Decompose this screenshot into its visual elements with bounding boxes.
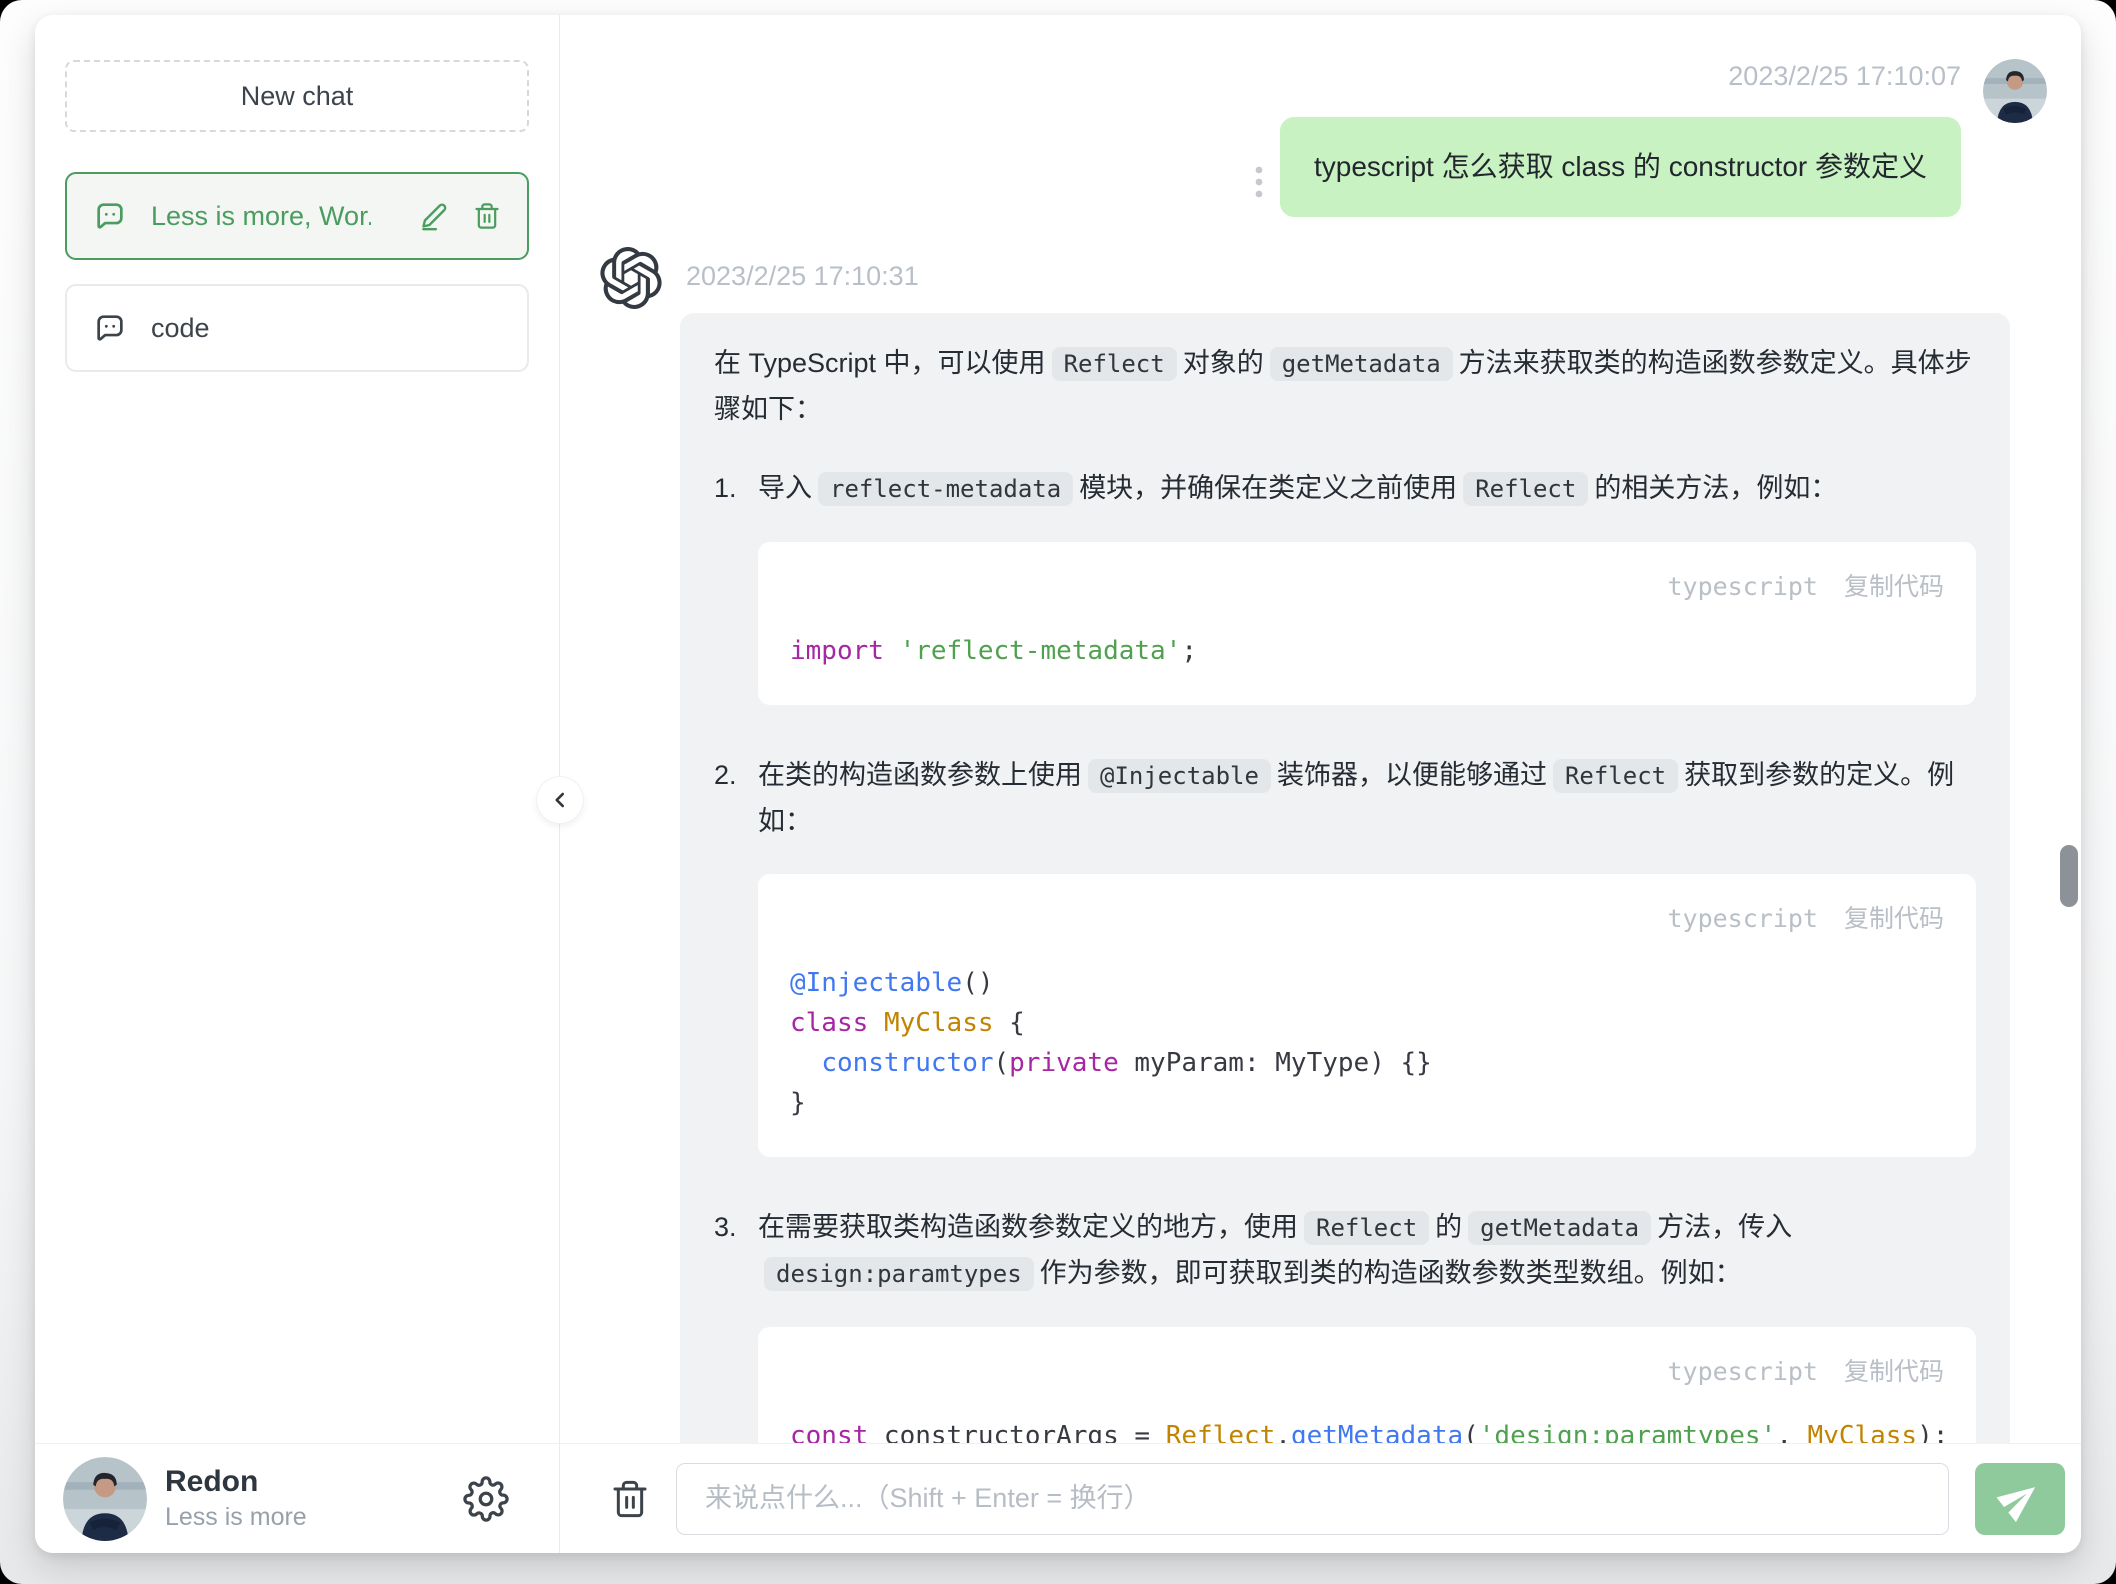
text-run: 模块，并确保在类定义之前使用: [1079, 473, 1457, 503]
copy-code-button[interactable]: 复制代码: [1844, 896, 1944, 941]
conversation-title: Less is more, Wor...: [151, 201, 371, 232]
user-avatar: [1983, 59, 2047, 123]
code-content: const constructorArgs = Reflect.getMetad…: [790, 1416, 1944, 1443]
delete-conversation-icon[interactable]: [473, 202, 501, 230]
text-run: 方法，传入: [1657, 1212, 1792, 1242]
user-message-bubble: typescript 怎么获取 class 的 constructor 参数定义: [1280, 117, 1961, 217]
inline-code: Reflect: [1463, 472, 1588, 506]
text-run: 在 TypeScript 中，可以使用: [714, 348, 1046, 378]
inline-code: reflect-metadata: [818, 472, 1073, 506]
sidebar: New chat Less is more, Wor...: [35, 15, 560, 1553]
scrollbar-thumb[interactable]: [2060, 845, 2078, 907]
clear-conversation-icon[interactable]: [610, 1479, 650, 1519]
code-block: typescript 复制代码 import 'reflect-metadata';: [758, 542, 1976, 705]
code-block: typescript 复制代码 @Injectable()class MyClass…: [758, 874, 1976, 1157]
user-name: Redon: [165, 1465, 307, 1499]
text-run: 的相关方法，例如：: [1594, 473, 1837, 503]
copy-code-button[interactable]: 复制代码: [1844, 564, 1944, 609]
paper-plane-icon: [1991, 1469, 2050, 1528]
user-message: 2023/2/25 17:10:07 typescript 怎么获取 class…: [600, 59, 2047, 217]
user-subtitle: Less is more: [165, 1503, 307, 1532]
sidebar-conversation-list: New chat Less is more, Wor...: [35, 15, 559, 396]
inline-code: @Injectable: [1088, 759, 1271, 793]
code-content: @Injectable()class MyClass { constructor…: [790, 963, 1944, 1123]
send-button[interactable]: [1975, 1463, 2065, 1535]
sidebar-item-conversation-active[interactable]: Less is more, Wor...: [65, 172, 529, 260]
openai-logo-icon: [600, 247, 662, 309]
edit-icon[interactable]: [419, 201, 449, 231]
inline-code: Reflect: [1304, 1211, 1429, 1245]
assistant-list-item: 3.在需要获取类构造函数参数定义的地方，使用Reflect的getMetadat…: [714, 1205, 1976, 1443]
composer-bar: [560, 1443, 2081, 1553]
app-window: New chat Less is more, Wor...: [0, 0, 2116, 1584]
user-meta: Redon Less is more: [165, 1465, 307, 1532]
message-input[interactable]: [676, 1463, 1949, 1535]
assistant-message-bubble: 在 TypeScript 中，可以使用Reflect对象的getMetadata…: [680, 313, 2010, 1443]
code-content: import 'reflect-metadata';: [790, 631, 1944, 671]
text-run: 装饰器，以便能够通过: [1277, 760, 1547, 790]
text-run: 在类的构造函数参数上使用: [758, 760, 1082, 790]
list-marker: 2.: [714, 753, 758, 1171]
message-timestamp: 2023/2/25 17:10:31: [686, 259, 2047, 293]
message-options-icon[interactable]: [1254, 165, 1264, 199]
sidebar-collapse-button[interactable]: [537, 777, 583, 823]
inline-code: Reflect: [1052, 347, 1177, 381]
assistant-paragraph: 在 TypeScript 中，可以使用Reflect对象的getMetadata…: [714, 341, 1976, 432]
sidebar-user-footer: Redon Less is more: [35, 1443, 559, 1553]
chat-bubble-icon: [93, 199, 127, 233]
assistant-list-item: 2.在类的构造函数参数上使用@Injectable装饰器，以便能够通过Refle…: [714, 753, 1976, 1171]
list-marker: 3.: [714, 1205, 758, 1443]
message-timestamp: 2023/2/25 17:10:07: [1728, 59, 1961, 93]
chat-main: 2023/2/25 17:10:07 typescript 怎么获取 class…: [560, 15, 2081, 1553]
assistant-list-item: 1.导入reflect-metadata模块，并确保在类定义之前使用Reflec…: [714, 466, 1976, 719]
code-language-label: typescript: [1667, 1349, 1818, 1394]
inline-code: getMetadata: [1468, 1211, 1651, 1245]
text-run: 的: [1435, 1212, 1462, 1242]
inline-code: design:paramtypes: [764, 1257, 1034, 1291]
new-chat-label: New chat: [241, 81, 354, 112]
settings-gear-icon[interactable]: [463, 1476, 509, 1522]
inline-code: getMetadata: [1270, 347, 1453, 381]
assistant-message: 2023/2/25 17:10:31 在 TypeScript 中，可以使用Re…: [600, 247, 2047, 1443]
message-list: 2023/2/25 17:10:07 typescript 怎么获取 class…: [560, 15, 2081, 1443]
text-run: 在需要获取类构造函数参数定义的地方，使用: [758, 1212, 1298, 1242]
inline-code: Reflect: [1553, 759, 1678, 793]
user-avatar: [63, 1457, 147, 1541]
code-language-label: typescript: [1667, 896, 1818, 941]
chat-app-card: New chat Less is more, Wor...: [35, 15, 2081, 1553]
text-run: 导入: [758, 473, 812, 503]
list-marker: 1.: [714, 466, 758, 719]
code-block: typescript 复制代码 const constructorArgs = Re…: [758, 1327, 1976, 1443]
text-run: 作为参数，即可获取到类的构造函数参数类型数组。例如：: [1040, 1258, 1742, 1288]
sidebar-item-conversation[interactable]: code: [65, 284, 529, 372]
copy-code-button[interactable]: 复制代码: [1844, 1349, 1944, 1394]
text-run: 对象的: [1183, 348, 1264, 378]
code-language-label: typescript: [1667, 564, 1818, 609]
chat-bubble-icon: [93, 311, 127, 345]
conversation-title: code: [151, 313, 210, 344]
new-chat-button[interactable]: New chat: [65, 60, 529, 132]
